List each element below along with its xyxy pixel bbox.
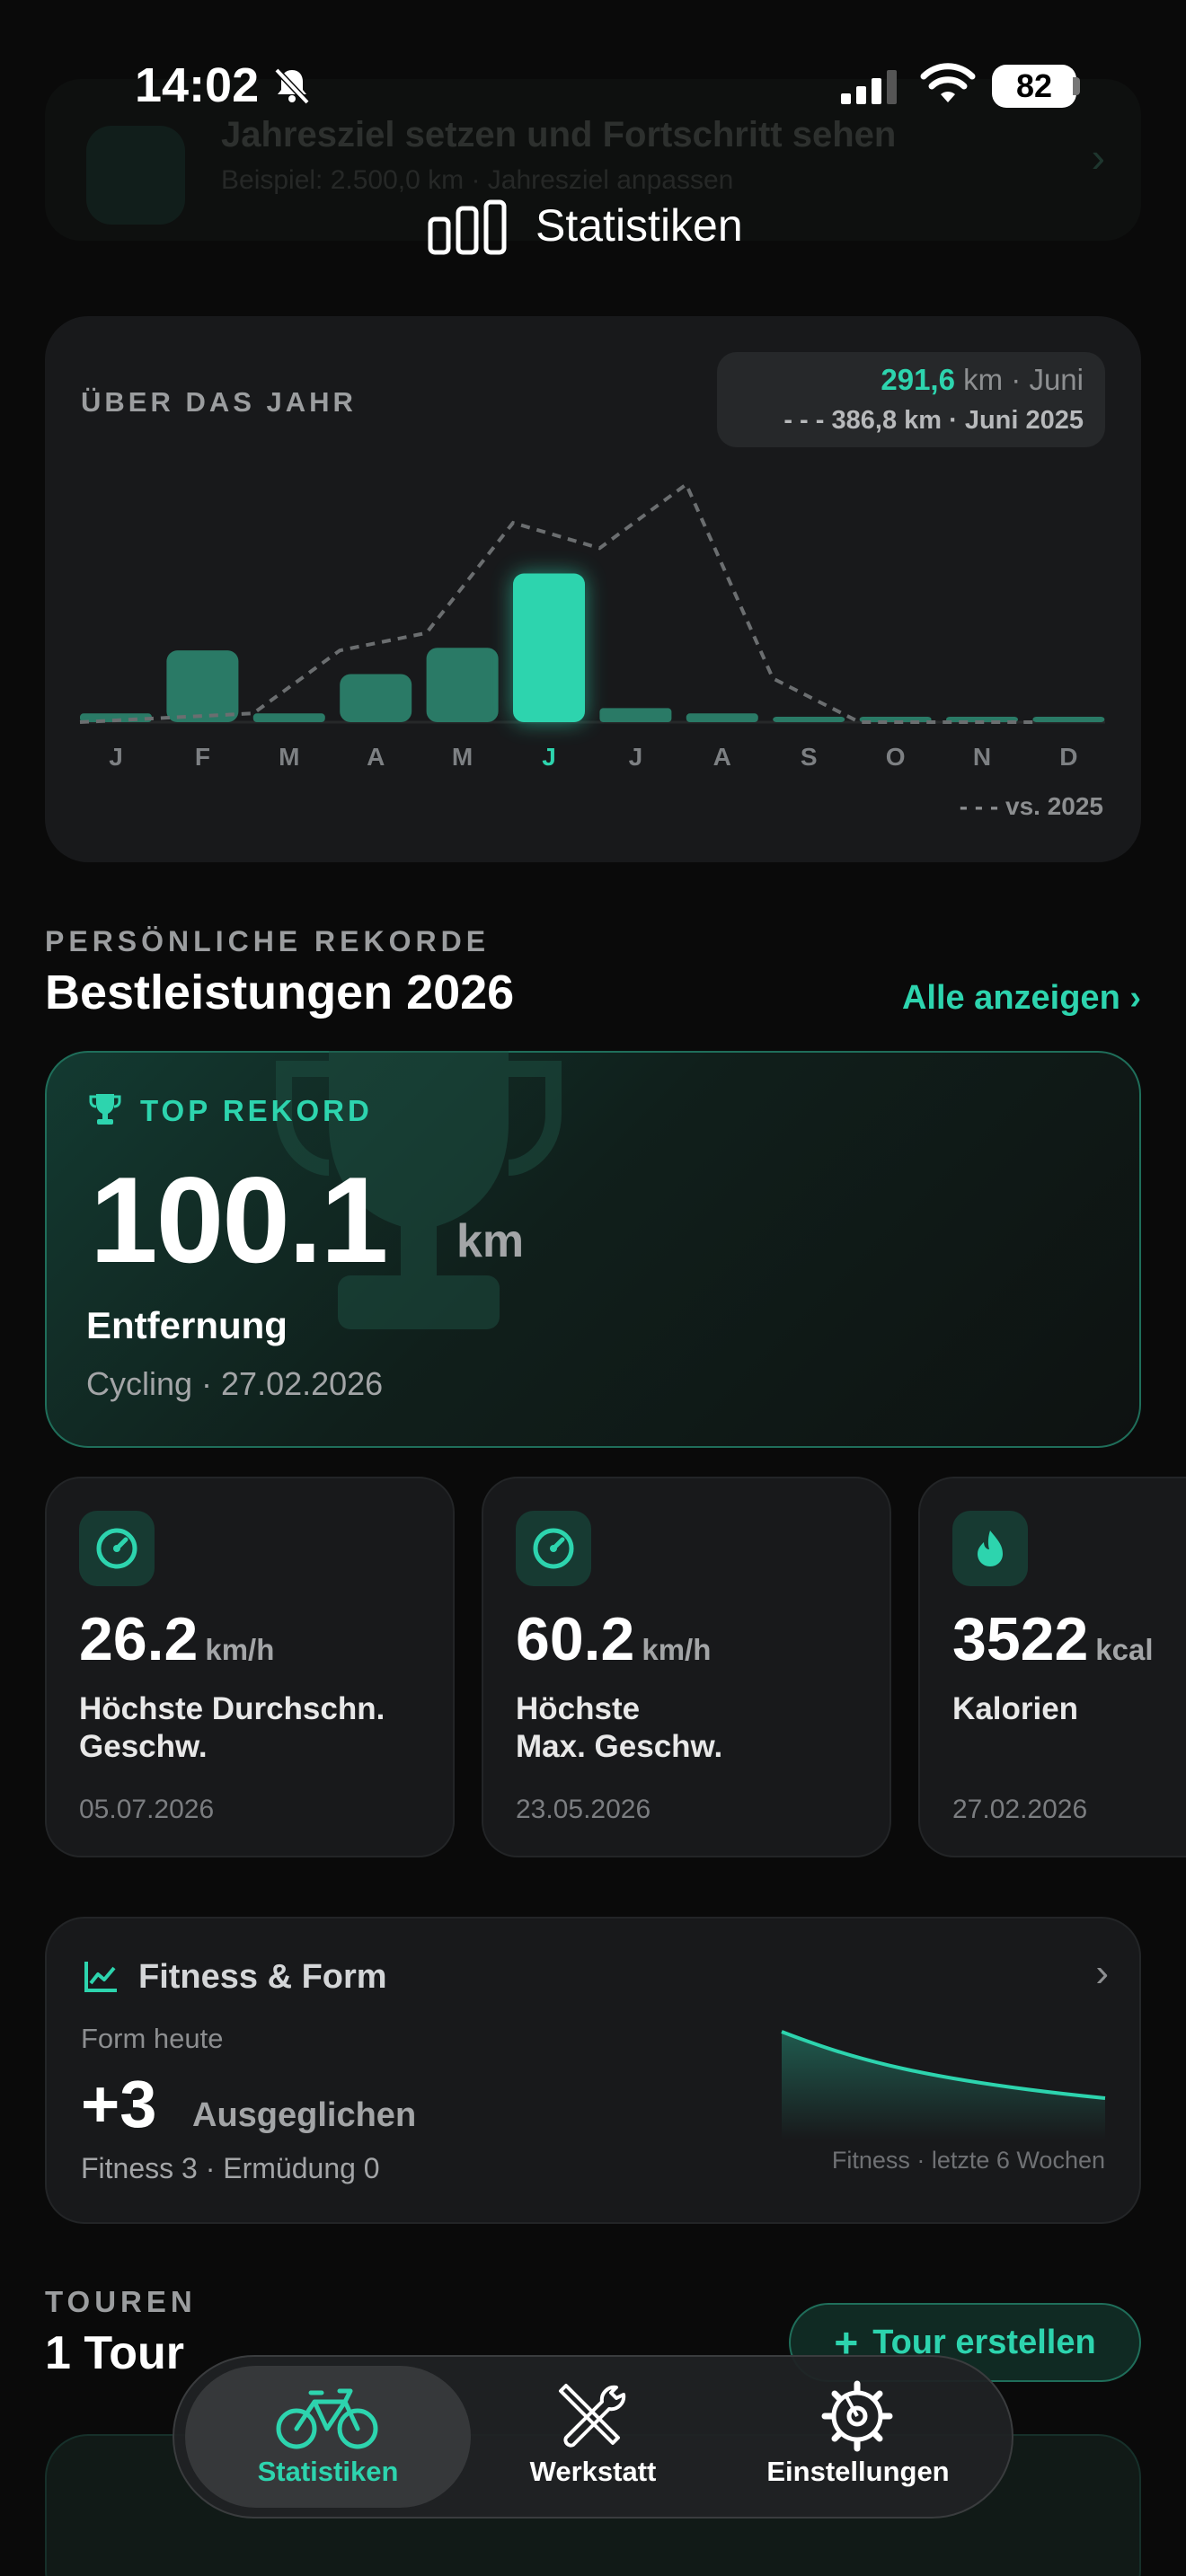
chart-bar[interactable] [773, 717, 845, 722]
top-record-tag: TOP REKORD [140, 1094, 373, 1127]
battery-cap [1073, 77, 1080, 95]
battery-indicator: 82 [992, 65, 1076, 108]
record-value-row: 60.2 km/h [516, 1604, 711, 1674]
bar-chart-icon [428, 199, 507, 255]
record-value-row: 3522 kcal [952, 1604, 1154, 1674]
record-unit: km/h [642, 1633, 712, 1666]
top-record-unit: km [456, 1215, 525, 1267]
chart-bar[interactable] [686, 713, 758, 722]
chart-bar[interactable] [166, 650, 239, 722]
record-card-calories[interactable]: 3522 kcal Kalorien 27.02.2026 [918, 1477, 1186, 1857]
form-value: +3 [81, 2067, 157, 2141]
top-record-name: Entfernung [86, 1304, 288, 1346]
chart-bar[interactable] [252, 713, 325, 722]
bell-muted-icon [274, 67, 310, 105]
banner-title: Jahresziel setzen und Fortschritt sehen [221, 115, 897, 154]
trophy-icon [89, 1094, 121, 1125]
record-unit: km/h [205, 1633, 275, 1666]
compare-legend-text: vs. 2025 [1005, 792, 1103, 820]
fitness-sparkline [781, 2030, 1106, 2139]
tab-werkstatt[interactable]: Werkstatt [485, 2456, 701, 2488]
records-eyebrow: PERSÖNLICHE REKORDE [45, 925, 491, 957]
speedometer-icon [516, 1511, 591, 1586]
flame-icon [952, 1511, 1028, 1586]
chart-tick-label: J [109, 743, 123, 771]
cell-signal-icon [841, 70, 897, 104]
chart-bar[interactable] [340, 674, 412, 722]
tab-statistiken[interactable]: Statistiken [207, 2456, 449, 2488]
chart-tick-label: J [542, 743, 556, 771]
chart-tick-label: O [886, 743, 906, 771]
chart-tick-label: S [801, 743, 818, 771]
show-all-link[interactable]: Alle anzeigen › [902, 979, 1141, 1018]
fitness-title: Fitness & Form [138, 1958, 387, 1996]
chevron-right-icon: › [1091, 134, 1105, 181]
record-card-avg-speed[interactable]: 26.2 km/h Höchste Durchschn. Geschw. 05.0… [45, 1477, 455, 1857]
chart-tick-label: J [629, 743, 643, 771]
record-name: Höchste Durchschn. Geschw. [79, 1691, 385, 1764]
records-title: Bestleistungen 2026 [45, 966, 515, 1019]
flag-icon [86, 126, 185, 225]
record-name: Höchste Max. Geschw. [516, 1691, 723, 1764]
status-time: 14:02 [135, 58, 260, 112]
record-value: 3522 [952, 1605, 1089, 1673]
banner-subtitle: Beispiel: 2.500,0 km · Jahresziel anpass… [221, 165, 734, 195]
top-record-value: 100.1 [90, 1151, 388, 1288]
chart-bar[interactable] [1032, 717, 1105, 722]
record-unit: kcal [1095, 1633, 1154, 1666]
chart-tick-label: D [1059, 743, 1077, 771]
tab-einstellungen[interactable]: Einstellungen [740, 2456, 976, 2488]
gear-icon[interactable] [819, 2378, 895, 2454]
chart-bar[interactable] [513, 573, 585, 722]
fitness-fatigue-line: Fitness 3 · Ermüdung 0 [81, 2152, 380, 2184]
chart-bar[interactable] [599, 708, 672, 722]
chart-tick-label: F [195, 743, 210, 771]
bicycle-icon[interactable] [275, 2382, 379, 2450]
year-bar-chart[interactable]: JFMAMJJASOND [45, 316, 1141, 819]
top-record-subtitle: Cycling · 27.02.2026 [86, 1365, 384, 1402]
form-today-label: Form heute [81, 2023, 224, 2054]
wrench-screwdriver-icon[interactable] [553, 2378, 629, 2454]
record-value-row: 26.2 km/h [79, 1604, 274, 1674]
page-title: Statistiken [535, 200, 743, 251]
speedometer-icon [79, 1511, 155, 1586]
record-date: 05.07.2026 [79, 1795, 215, 1824]
record-card-max-speed[interactable]: 60.2 km/h Höchste Max. Geschw. 23.05.2026 [482, 1477, 891, 1857]
record-value: 60.2 [516, 1605, 635, 1673]
chart-tick-label: M [279, 743, 299, 771]
chart-tick-label: A [367, 743, 385, 771]
chart-tick-label: A [713, 743, 731, 771]
wifi-icon [920, 63, 976, 102]
fitness-caption: Fitness · letzte 6 Wochen [831, 2147, 1105, 2174]
form-state: Ausgeglichen [192, 2096, 417, 2134]
chart-tick-label: M [452, 743, 473, 771]
record-value: 26.2 [79, 1605, 199, 1673]
compare-legend: - - - vs. 2025 [959, 792, 1103, 820]
trend-chart-icon [84, 1962, 117, 1992]
tours-count: 1 Tour [45, 2327, 185, 2379]
tours-eyebrow: TOUREN [45, 2285, 197, 2318]
record-date: 23.05.2026 [516, 1795, 651, 1824]
record-date: 27.02.2026 [952, 1795, 1088, 1824]
chart-tick-label: N [973, 743, 991, 771]
record-name: Kalorien [952, 1691, 1079, 1726]
chevron-right-icon[interactable]: › [1095, 1951, 1109, 1996]
chart-bar[interactable] [426, 648, 499, 722]
